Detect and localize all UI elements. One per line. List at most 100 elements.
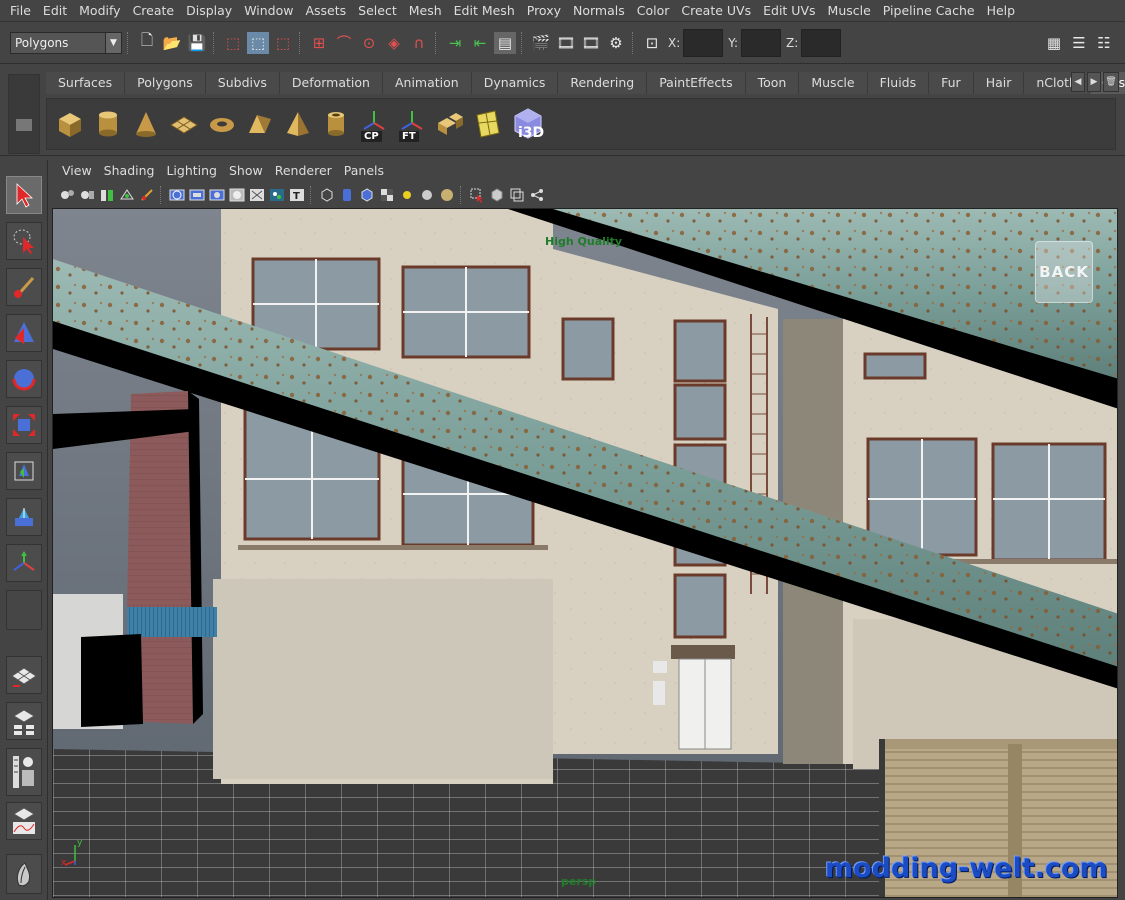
panel-menu-view[interactable]: View bbox=[56, 160, 98, 182]
default-light-icon[interactable] bbox=[398, 186, 416, 204]
checker-icon[interactable] bbox=[378, 186, 396, 204]
shelf-tab-fluids[interactable]: Fluids bbox=[867, 72, 930, 94]
menu-normals[interactable]: Normals bbox=[567, 0, 631, 22]
persp-graph-layout[interactable] bbox=[6, 748, 42, 796]
menu-edit-mesh[interactable]: Edit Mesh bbox=[448, 0, 521, 22]
paint-select-tool[interactable] bbox=[6, 268, 42, 306]
menu-proxy[interactable]: Proxy bbox=[521, 0, 567, 22]
menu-window[interactable]: Window bbox=[238, 0, 299, 22]
shelf-tab-rendering[interactable]: Rendering bbox=[558, 72, 648, 94]
menu-create-uvs[interactable]: Create UVs bbox=[675, 0, 757, 22]
single-perspective-layout[interactable] bbox=[6, 656, 42, 694]
menu-help[interactable]: Help bbox=[981, 0, 1022, 22]
rotate-tool[interactable] bbox=[6, 360, 42, 398]
universal-manipulator-tool[interactable] bbox=[6, 452, 42, 490]
move-tool[interactable] bbox=[6, 314, 42, 352]
poly-plane-icon[interactable] bbox=[167, 105, 201, 143]
mode-selector-dropdown[interactable]: Polygons ▼ bbox=[10, 31, 122, 54]
save-scene-icon[interactable]: 💾 bbox=[186, 32, 208, 54]
menu-pipeline-cache[interactable]: Pipeline Cache bbox=[877, 0, 981, 22]
magnet-icon[interactable]: ∩ bbox=[408, 32, 430, 54]
shelf-tab-hair[interactable]: Hair bbox=[973, 72, 1025, 94]
all-lights-icon[interactable] bbox=[418, 186, 436, 204]
select-component-icon[interactable]: ⬚ bbox=[272, 32, 294, 54]
shelf-handle[interactable] bbox=[8, 74, 40, 154]
poly-prism-icon[interactable] bbox=[243, 105, 277, 143]
panel-menu-panels[interactable]: Panels bbox=[338, 160, 390, 182]
poly-cylinder-icon[interactable] bbox=[91, 105, 125, 143]
hypershade-layout[interactable] bbox=[6, 854, 42, 894]
shelf-tab-painteffects[interactable]: PaintEffects bbox=[647, 72, 746, 94]
attribute-editor-icon[interactable]: ▦ bbox=[1043, 32, 1065, 54]
shelf-next-icon[interactable]: ▶ bbox=[1087, 72, 1101, 92]
construction-history-icon[interactable]: ▤ bbox=[494, 31, 516, 54]
open-scene-icon[interactable]: 📂 bbox=[161, 32, 183, 54]
channel-box-icon[interactable]: ☷ bbox=[1093, 32, 1115, 54]
select-tool[interactable] bbox=[6, 176, 42, 214]
shelf-trash-icon[interactable]: 🗑 bbox=[1103, 72, 1119, 92]
menu-file[interactable]: File bbox=[4, 0, 37, 22]
menu-modify[interactable]: Modify bbox=[73, 0, 126, 22]
render-settings-icon[interactable]: ⚙ bbox=[605, 32, 627, 54]
textured-icon[interactable] bbox=[228, 186, 246, 204]
last-tool-slot[interactable] bbox=[6, 590, 42, 630]
snap-plane-icon[interactable]: ◈ bbox=[383, 32, 405, 54]
image-plane-icon[interactable] bbox=[118, 186, 136, 204]
shelf-tab-deformation[interactable]: Deformation bbox=[279, 72, 383, 94]
shelf-tab-subdivs[interactable]: Subdivs bbox=[205, 72, 280, 94]
poly-torus-icon[interactable] bbox=[205, 105, 239, 143]
share-icon[interactable] bbox=[528, 186, 546, 204]
panel-menu-lighting[interactable]: Lighting bbox=[160, 160, 223, 182]
ipr-render-icon[interactable]: 🎞 bbox=[580, 32, 602, 54]
menu-edit[interactable]: Edit bbox=[37, 0, 73, 22]
shelf-tab-toon[interactable]: Toon bbox=[745, 72, 800, 94]
select-hierarchy-icon[interactable]: ⬚ bbox=[222, 32, 244, 54]
textured-toggle-icon[interactable] bbox=[488, 186, 506, 204]
snap-grid-icon[interactable]: ⊞ bbox=[308, 32, 330, 54]
shelf-prev-icon[interactable]: ◀ bbox=[1071, 72, 1085, 92]
select-object-icon[interactable]: ⬚ bbox=[247, 31, 269, 54]
snap-curve-icon[interactable]: ⌒ bbox=[333, 32, 355, 54]
menu-muscle[interactable]: Muscle bbox=[822, 0, 877, 22]
two-d-pan-icon[interactable] bbox=[138, 186, 156, 204]
z-input[interactable] bbox=[801, 28, 842, 57]
shadows-icon[interactable] bbox=[268, 186, 286, 204]
menu-mesh[interactable]: Mesh bbox=[403, 0, 448, 22]
input-line-icon[interactable]: ⊡ bbox=[641, 32, 663, 54]
uv-layout-icon[interactable] bbox=[471, 105, 505, 143]
scale-tool[interactable] bbox=[6, 406, 42, 444]
shelf-tab-surfaces[interactable]: Surfaces bbox=[46, 72, 126, 94]
smooth-shade-icon[interactable] bbox=[188, 186, 206, 204]
shelf-tab-dynamics[interactable]: Dynamics bbox=[471, 72, 559, 94]
render-view-icon[interactable]: 🎬 bbox=[530, 32, 552, 54]
show-manipulator-tool[interactable] bbox=[6, 544, 42, 582]
xray-joints-icon[interactable] bbox=[358, 186, 376, 204]
output-history-icon[interactable]: ⇤ bbox=[469, 32, 491, 54]
persp-graph-editor-layout[interactable] bbox=[6, 802, 42, 840]
bookmarks-icon[interactable] bbox=[98, 186, 116, 204]
soft-modification-tool[interactable] bbox=[6, 498, 42, 536]
input-history-icon[interactable]: ⇥ bbox=[444, 32, 466, 54]
poly-cube-icon[interactable] bbox=[53, 105, 87, 143]
use-all-lights-icon[interactable] bbox=[248, 186, 266, 204]
panel-menu-renderer[interactable]: Renderer bbox=[269, 160, 338, 182]
persp-outliner-layout[interactable] bbox=[6, 702, 42, 740]
x-input[interactable] bbox=[683, 28, 724, 57]
isolate-select-icon[interactable] bbox=[318, 186, 336, 204]
panel-menu-show[interactable]: Show bbox=[223, 160, 269, 182]
combine-icon[interactable] bbox=[433, 105, 467, 143]
menu-color[interactable]: Color bbox=[631, 0, 676, 22]
menu-assets[interactable]: Assets bbox=[299, 0, 352, 22]
hud-text-icon[interactable]: T bbox=[288, 186, 306, 204]
xray-icon[interactable] bbox=[338, 186, 356, 204]
display-layer-icon[interactable] bbox=[508, 186, 526, 204]
camera-attributes-icon[interactable] bbox=[78, 186, 96, 204]
render-frame-icon[interactable]: 🎞 bbox=[555, 32, 577, 54]
menu-create[interactable]: Create bbox=[127, 0, 181, 22]
shelf-tab-fur[interactable]: Fur bbox=[929, 72, 974, 94]
panel-menu-shading[interactable]: Shading bbox=[98, 160, 161, 182]
shelf-tab-muscle[interactable]: Muscle bbox=[799, 72, 868, 94]
freeze-transform-icon[interactable]: FT bbox=[395, 105, 429, 143]
poly-cone-icon[interactable] bbox=[129, 105, 163, 143]
y-input[interactable] bbox=[741, 28, 782, 57]
